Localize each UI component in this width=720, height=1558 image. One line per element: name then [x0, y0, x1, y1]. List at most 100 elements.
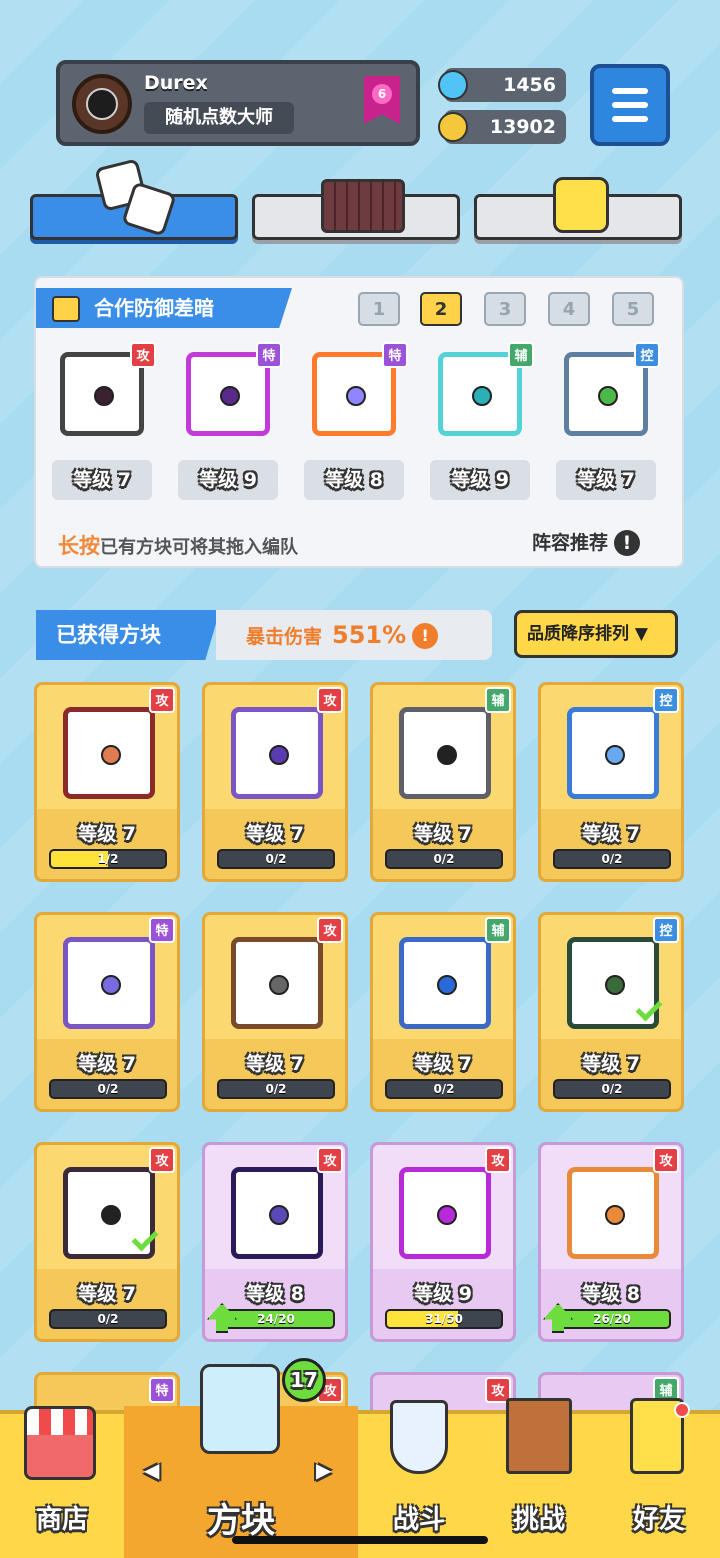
type-tag: 特	[256, 342, 282, 368]
notification-dot-icon	[674, 1402, 690, 1418]
block-card[interactable]: 控等级 7 0/2	[538, 912, 684, 1112]
block-level: 等级 7	[582, 823, 640, 845]
progress-label: 0/2	[433, 1082, 455, 1096]
block-card[interactable]: 攻等级 7 0/2	[202, 912, 348, 1112]
lineup-tab-2[interactable]: 2	[420, 292, 462, 326]
crit-value: 551%	[332, 621, 407, 649]
block-card-art: 攻	[205, 915, 345, 1039]
progress-bar: 0/2	[49, 1309, 167, 1329]
home-indicator	[232, 1536, 488, 1544]
progress-label: 0/2	[601, 1082, 623, 1096]
block-face	[399, 1167, 491, 1259]
sort-dropdown[interactable]: 品质降序排列 ▼	[514, 610, 678, 658]
block-level: 等级 9	[414, 1283, 472, 1305]
progress-label: 0/2	[97, 1082, 119, 1096]
lineup-tab-3[interactable]: 3	[484, 292, 526, 326]
lineup-card[interactable]: 特	[304, 342, 408, 446]
block-face	[567, 707, 659, 799]
lineup-card[interactable]: 控	[556, 342, 660, 446]
menu-button[interactable]	[590, 64, 670, 146]
pip-icon	[94, 386, 114, 406]
block-card[interactable]: 攻等级 7 0/2	[202, 682, 348, 882]
block-card[interactable]: 攻等级 7 0/2	[34, 1142, 180, 1342]
block-card[interactable]: 攻等级 8 26/20	[538, 1142, 684, 1342]
edit-icon[interactable]	[52, 296, 80, 322]
nav-shop-label: 商店	[35, 1505, 88, 1535]
player-title: 随机点数大师	[144, 102, 294, 134]
lineup-card-level: 等级 9	[178, 460, 278, 500]
block-card[interactable]: 辅等级 7 0/2	[370, 682, 516, 882]
type-tag: 攻	[317, 917, 343, 943]
recommend-label: 阵容推荐	[532, 532, 609, 554]
type-tag: 控	[653, 687, 679, 713]
player-profile[interactable]: Durex 随机点数大师 6	[56, 60, 420, 146]
pip-icon	[269, 1205, 289, 1225]
type-tag: 特	[382, 342, 408, 368]
block-card-art: 辅	[373, 685, 513, 809]
progress-label: 1/2	[97, 852, 119, 866]
block-card[interactable]: 辅等级 7 0/2	[370, 912, 516, 1112]
block-card-art: 攻	[37, 685, 177, 809]
block-face	[63, 707, 155, 799]
lineup-card[interactable]: 特	[178, 342, 282, 446]
block-face	[231, 707, 323, 799]
lineup-card-level: 等级 7	[52, 460, 152, 500]
gem-amount: 1456	[503, 74, 556, 96]
block-card[interactable]: 攻等级 8 24/20	[202, 1142, 348, 1342]
smiley-icon	[553, 177, 609, 233]
nav-friends[interactable]: 好友	[598, 1398, 720, 1558]
avatar[interactable]	[72, 74, 132, 134]
coin-amount: 13902	[489, 116, 556, 138]
lineup-tab-5[interactable]: 5	[612, 292, 654, 326]
badge-count: 17	[282, 1358, 326, 1402]
nav-battle-label: 战斗	[392, 1505, 445, 1535]
block-level: 等级 7	[246, 1053, 304, 1075]
type-tag: 辅	[485, 687, 511, 713]
progress-label: 0/2	[433, 852, 455, 866]
pip-icon	[437, 745, 457, 765]
block-card[interactable]: 攻等级 7 1/2	[34, 682, 180, 882]
pip-icon	[220, 386, 240, 406]
next-arrow-icon[interactable]: ▶	[316, 1458, 331, 1482]
block-face	[231, 937, 323, 1029]
pip-icon	[598, 386, 618, 406]
coin-counter: 13902	[438, 110, 566, 144]
shop-icon	[24, 1406, 96, 1480]
lineup-tab-1[interactable]: 1	[358, 292, 400, 326]
lineup-tab-4[interactable]: 4	[548, 292, 590, 326]
block-face	[567, 1167, 659, 1259]
lineup-card[interactable]: 辅	[430, 342, 534, 446]
block-card-art: 攻	[541, 1145, 681, 1269]
block-card-art: 攻	[373, 1145, 513, 1269]
prev-arrow-icon[interactable]: ◀	[144, 1458, 159, 1482]
block-card-art: 特	[37, 915, 177, 1039]
progress-bar: 0/2	[553, 849, 671, 869]
block-card[interactable]: 攻等级 9 31/50	[370, 1142, 516, 1342]
block-card[interactable]: 特等级 7 0/2	[34, 912, 180, 1112]
lineup-panel: 合作防御差暗 1 2 3 4 5 攻等级 7 特等级 9 特等级 8 辅等级 9 控等级…	[34, 276, 684, 568]
rank-ribbon-icon: 6	[364, 76, 400, 124]
block-card[interactable]: 控等级 7 0/2	[538, 682, 684, 882]
block-card-art: 控	[541, 685, 681, 809]
nav-shop[interactable]: 商店	[0, 1406, 124, 1558]
lineup-card[interactable]: 攻	[52, 342, 156, 446]
obtained-title: 已获得方块	[36, 610, 220, 660]
tab-emote[interactable]	[474, 177, 682, 240]
progress-label: 0/2	[97, 1312, 119, 1326]
recommend-button[interactable]: 阵容推荐!	[532, 528, 641, 556]
block-card-art: 攻	[205, 1145, 345, 1269]
badge-count-label: 17	[290, 1368, 318, 1392]
type-tag: 攻	[653, 1147, 679, 1173]
lineup-card-level: 等级 7	[556, 460, 656, 500]
lineup-card-level: 等级 9	[430, 460, 530, 500]
board-icon	[321, 179, 405, 233]
info-icon: !	[614, 530, 641, 556]
tab-dice[interactable]	[30, 158, 238, 240]
nav-challenge[interactable]: 挑战	[480, 1398, 598, 1558]
crit-damage-panel[interactable]: 暴击伤害 551%!	[216, 610, 492, 660]
progress-bar: 0/2	[49, 1079, 167, 1099]
tab-board[interactable]	[252, 179, 460, 240]
nav-blocks-label: 方块	[207, 1501, 275, 1541]
rank-number: 6	[372, 84, 392, 104]
pip-icon	[437, 975, 457, 995]
